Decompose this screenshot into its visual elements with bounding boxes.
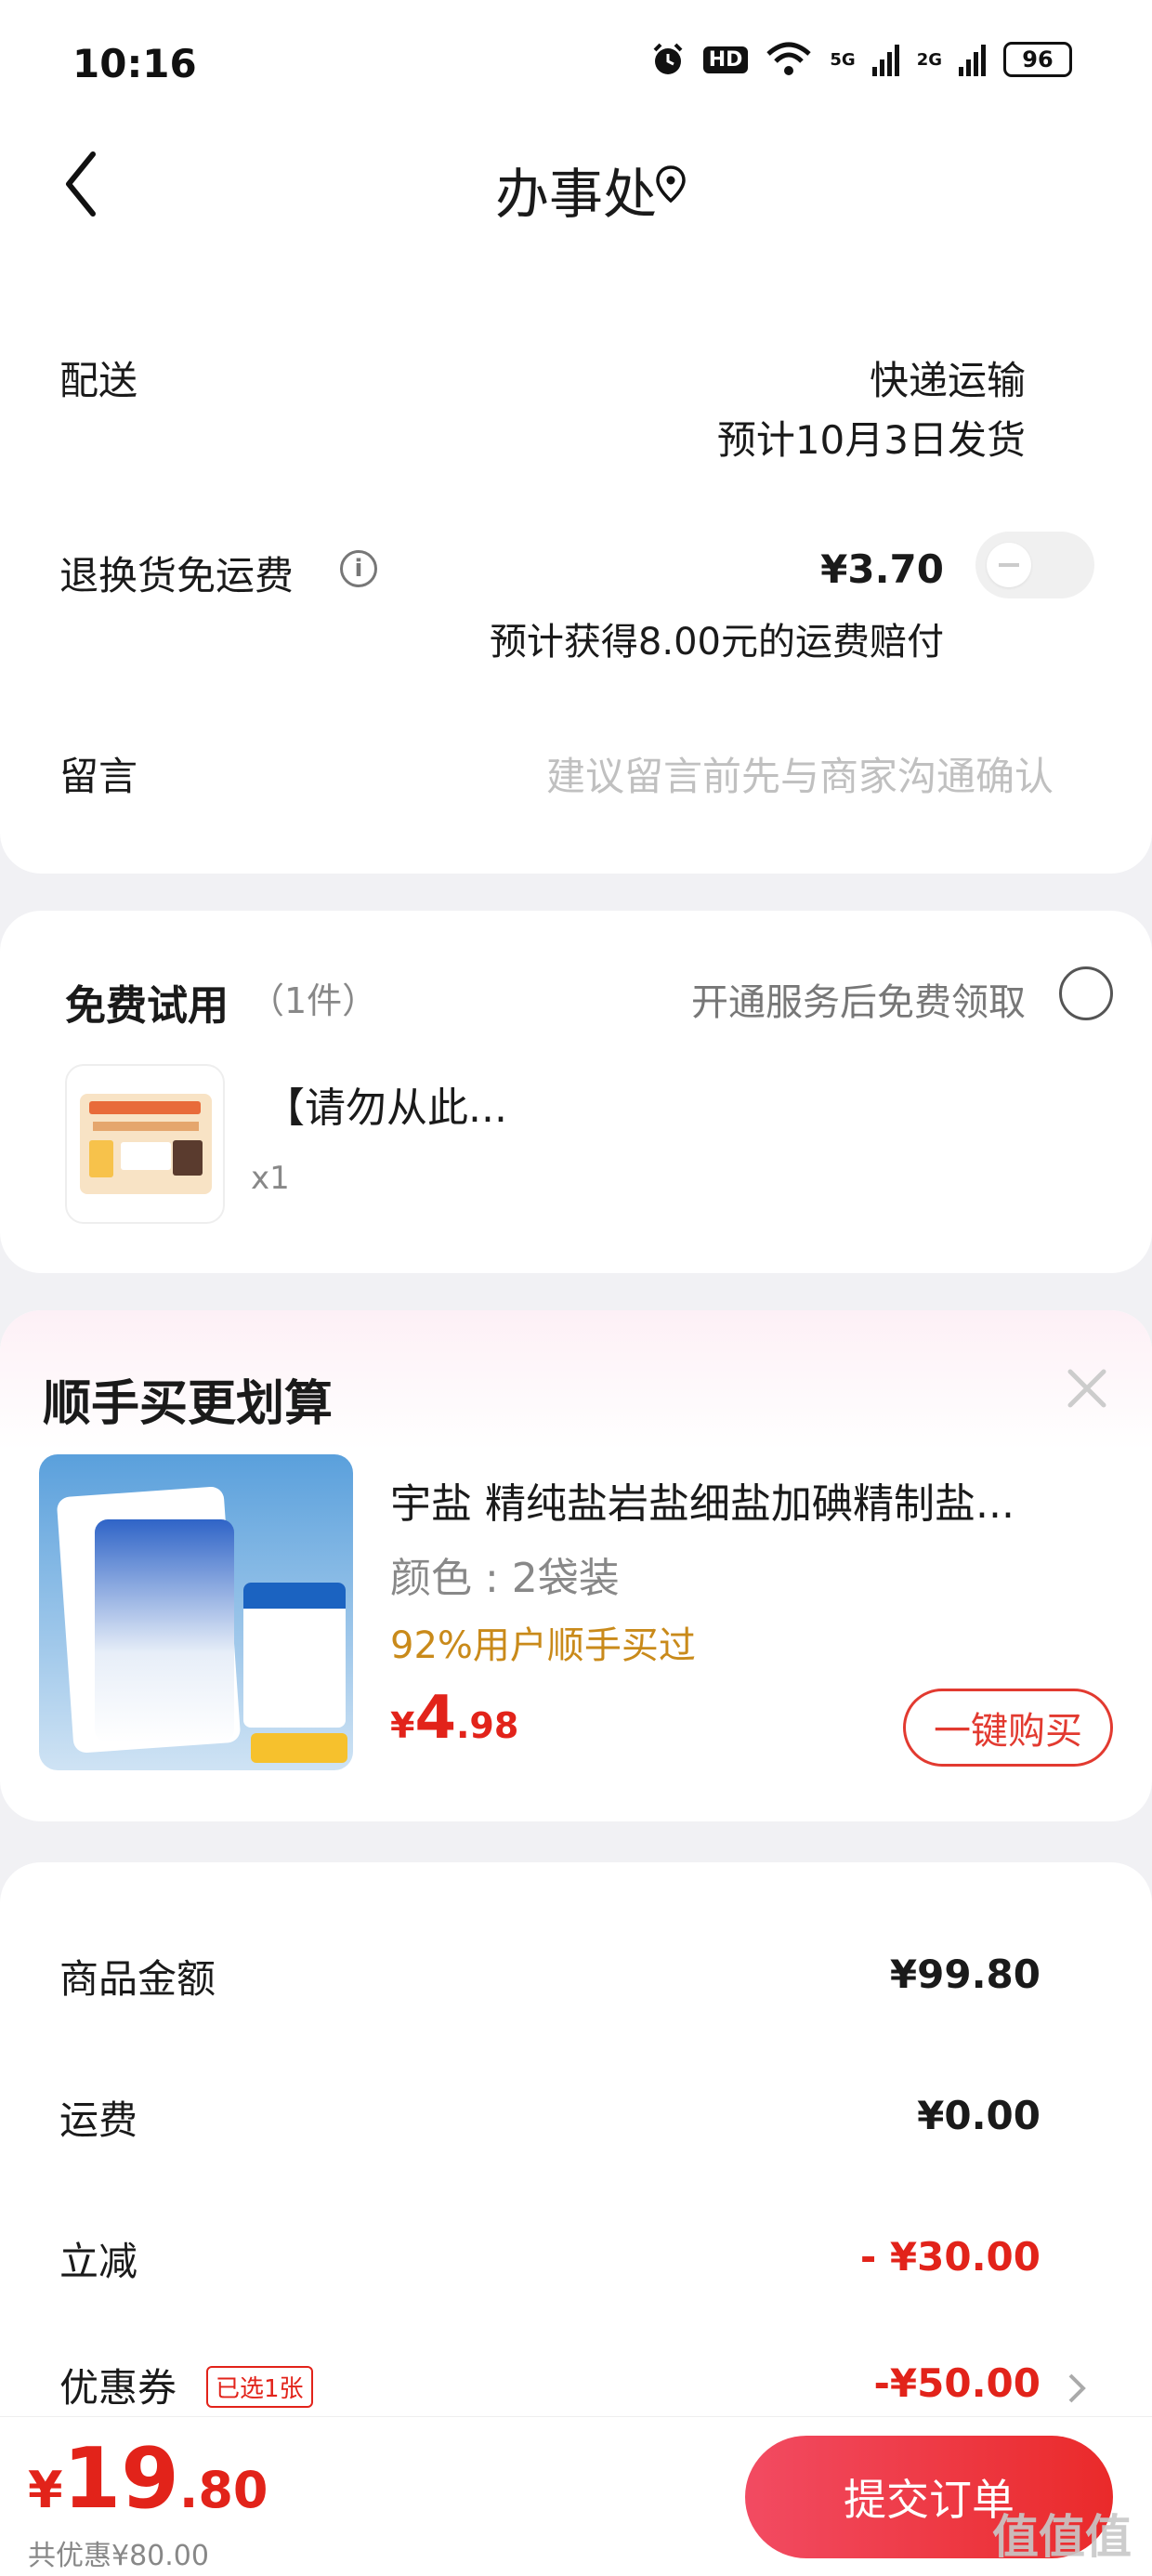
free-trial-item-name[interactable]: 【请勿从此...: [264, 1074, 507, 1134]
coupon-value[interactable]: -¥50.00: [873, 2360, 1041, 2406]
goods-amount-value: ¥99.80: [889, 1952, 1041, 1997]
message-input[interactable]: 建议留言前先与商家沟通确认: [546, 745, 1054, 802]
signal-5g-label: 5G: [830, 49, 856, 70]
header: 办事处: [0, 112, 1152, 251]
upsell-product-image[interactable]: [39, 1454, 353, 1770]
upsell-product-name[interactable]: 宇盐 精纯盐岩盐细盐加碘精制盐...: [390, 1470, 1015, 1530]
upsell-price-decimal: .98: [455, 1705, 519, 1746]
salt-bag: [95, 1519, 234, 1742]
shipping-value: ¥0.00: [917, 2093, 1041, 2138]
free-trial-count: （1件）: [249, 980, 378, 1021]
wifi-icon: [766, 42, 812, 75]
product-label: [243, 1583, 346, 1728]
delivery-method[interactable]: 快递运输: [870, 349, 1026, 406]
chevron-right-icon[interactable]: [1067, 2372, 1087, 2405]
signal-icon: [871, 45, 899, 76]
instant-discount-label: 立减: [59, 2239, 138, 2284]
total-saved: 共优惠¥80.00: [28, 2540, 209, 2572]
message-label: 留言: [59, 754, 138, 799]
upsell-price-symbol: ¥: [390, 1705, 415, 1746]
goods-amount-label: 商品金额: [59, 1956, 216, 2002]
status-icons: HD 5G 2G 96: [649, 41, 1072, 78]
shipping-label: 运费: [59, 2097, 138, 2143]
price-badge: [251, 1733, 347, 1763]
upsell-spec: 颜色 : 2袋装: [390, 1555, 620, 1602]
free-trial-item-qty: x1: [251, 1160, 290, 1197]
status-time: 10:16: [72, 41, 197, 86]
free-trial-thumbnail: [65, 1064, 225, 1224]
battery-level: 96: [1022, 46, 1054, 72]
signal-2g-label: 2G: [916, 49, 942, 70]
free-trial-title: 免费试用: [65, 982, 229, 1030]
return-compensation-note: 预计获得8.00元的运费赔付: [489, 621, 944, 664]
free-trial-radio[interactable]: [1059, 966, 1113, 1020]
coupon-selected-tag: 已选1张: [206, 2366, 313, 2408]
upsell-price-int: 4: [414, 1684, 456, 1753]
return-insurance-toggle[interactable]: [975, 532, 1094, 598]
one-click-buy-button[interactable]: 一键购买: [903, 1689, 1113, 1767]
delivery-label: 配送: [59, 358, 138, 403]
coupon-label: 优惠券: [59, 2365, 177, 2411]
location-pin-icon[interactable]: [654, 164, 687, 206]
close-icon[interactable]: [1067, 1368, 1107, 1409]
total-price-symbol: ¥: [28, 2461, 63, 2519]
toggle-knob: [987, 543, 1031, 587]
total-price-int: 19: [62, 2430, 179, 2528]
info-icon[interactable]: i: [340, 550, 377, 587]
signal-icon: [959, 45, 986, 76]
checkout-bar: ¥19.80 共优惠¥80.00 提交订单 值值值: [0, 2416, 1152, 2576]
free-trial-hint: 开通服务后免费领取: [691, 981, 1026, 1024]
coupon-image: [80, 1094, 212, 1194]
battery-icon: 96: [1003, 42, 1072, 77]
free-trial-card: 免费试用 （1件） 开通服务后免费领取 【请勿从此... x1: [0, 911, 1152, 1273]
total-price: ¥19.80: [28, 2430, 268, 2528]
status-bar: 10:16 HD 5G 2G 96: [0, 0, 1152, 130]
delivery-eta: 预计10月3日发货: [716, 417, 1026, 463]
return-price: ¥3.70: [820, 546, 944, 592]
return-free-label: 退换货免运费: [59, 553, 295, 598]
alarm-icon: [653, 43, 683, 74]
upsell-social-proof: 92%用户顺手买过: [390, 1624, 696, 1667]
instant-discount-value: - ¥30.00: [859, 2234, 1041, 2280]
hd-icon: HD: [702, 46, 749, 73]
page-title: 办事处: [494, 163, 657, 226]
upsell-title: 顺手买更划算: [43, 1376, 334, 1432]
upsell-price: ¥4.98: [390, 1684, 518, 1753]
delivery-card: 配送 快递运输 预计10月3日发货 退换货免运费 i ¥3.70 预计获得8.0…: [0, 251, 1152, 874]
total-price-decimal: .80: [178, 2461, 268, 2519]
watermark: 值值值: [992, 2510, 1132, 2564]
